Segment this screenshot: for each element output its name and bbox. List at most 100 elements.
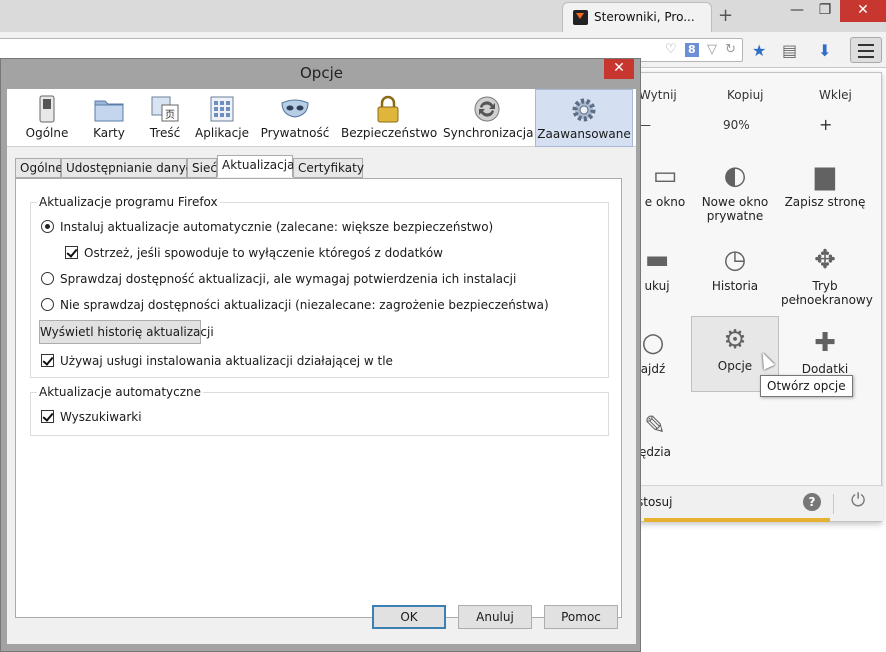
ok-button[interactable]: OK xyxy=(372,605,446,629)
check-confirm-radio[interactable] xyxy=(41,272,54,285)
google-search-icon[interactable]: 8 xyxy=(684,43,699,57)
private-mask-icon: ◐ xyxy=(723,161,747,191)
auto-install-option[interactable]: Instaluj aktualizacje automatycznie (zal… xyxy=(41,218,493,236)
applications-icon xyxy=(210,96,234,122)
dialog-close-button[interactable]: ✕ xyxy=(604,59,634,79)
zoom-in-button[interactable]: + xyxy=(819,115,832,134)
print-icon: ▬ xyxy=(644,245,670,275)
panel-history[interactable]: ◷ Historia xyxy=(691,237,779,313)
puzzle-icon: ✚ xyxy=(814,328,836,358)
restore-button[interactable]: ❐ xyxy=(810,0,840,22)
pane-label: Karty xyxy=(93,126,125,140)
pane-label: Bezpieczeństwo xyxy=(341,126,438,140)
pane-general[interactable]: Ogólne xyxy=(17,89,77,147)
cancel-button[interactable]: Anuluj xyxy=(458,605,532,629)
panel-save-page[interactable]: ▆ Zapisz stronę xyxy=(781,153,869,229)
tab-data-sharing[interactable]: Udostępnianie danych xyxy=(61,158,200,178)
pane-label: Prywatność xyxy=(260,126,330,140)
panel-item-label: Zapisz stronę xyxy=(784,195,866,209)
zoom-level[interactable]: 90% xyxy=(723,118,750,132)
pane-label: Treść xyxy=(149,126,181,140)
copy-button[interactable]: Kopiuj xyxy=(727,88,764,102)
panel-item-label: Historia xyxy=(711,279,759,293)
search-engines-option[interactable]: Wyszukiwarki xyxy=(41,408,142,426)
browser-titlebar: Sterowniki, Pro... + — ❐ ✕ xyxy=(0,0,886,32)
urlbar-icons: ♡ 8 ▽ ↻ xyxy=(661,42,736,57)
tab-general[interactable]: Ogólne xyxy=(15,158,63,178)
panel-fullscreen[interactable]: ✥ Tryb pełnoekranowy xyxy=(781,237,873,313)
find-icon: ○ xyxy=(641,328,665,358)
never-check-option[interactable]: Nie sprawdzaj dostępności aktualizacji (… xyxy=(41,296,549,314)
firefox-menu-panel: Wytnij Kopiuj Wklej — 90% + ▭ e okno ◐ N… xyxy=(636,72,883,522)
pane-privacy[interactable]: Prywatność xyxy=(259,89,331,147)
content-icon: 页 xyxy=(151,96,179,122)
page-accent-strip xyxy=(644,518,830,522)
panel-item-label: ajdź xyxy=(640,362,666,376)
pane-sync[interactable]: Synchronizacja xyxy=(443,89,534,147)
paste-button[interactable]: Wklej xyxy=(819,88,852,102)
security-padlock-icon xyxy=(377,95,399,123)
panel-item-label: Tryb pełnoekranowy xyxy=(781,279,873,307)
check-confirm-option[interactable]: Sprawdzaj dostępność aktualizacji, ale w… xyxy=(41,270,516,288)
pane-tabs[interactable]: Karty xyxy=(83,89,135,147)
check-confirm-label: Sprawdzaj dostępność aktualizacji, ale w… xyxy=(60,272,517,286)
warn-addons-checkbox[interactable] xyxy=(65,246,78,259)
auto-install-label: Instaluj aktualizacje automatycznie (zal… xyxy=(60,220,494,234)
window-close-button[interactable]: ✕ xyxy=(840,0,886,22)
new-tab-button[interactable]: + xyxy=(718,5,733,26)
panel-item-label: Opcje xyxy=(717,359,753,373)
tab-certificates[interactable]: Certyfikaty xyxy=(293,158,364,178)
firefox-updates-group: Aktualizacje programu Firefox Instaluj a… xyxy=(30,195,609,378)
warn-addons-label: Ostrzeż, jeśli spowoduje to wyłączenie k… xyxy=(84,246,443,260)
privacy-mask-icon xyxy=(281,99,309,118)
customize-button[interactable]: stosuj xyxy=(637,495,673,509)
pane-label: Ogólne xyxy=(25,126,69,140)
bookmark-star-icon[interactable]: ★ xyxy=(752,41,766,60)
never-check-radio[interactable] xyxy=(41,298,54,311)
automatic-updates-group: Aktualizacje automatyczne Wyszukiwarki xyxy=(30,385,609,436)
help-button[interactable]: Pomoc xyxy=(544,605,618,629)
new-window-icon: ▭ xyxy=(652,161,678,191)
pane-applications[interactable]: Aplikacje xyxy=(195,89,249,147)
tab-network[interactable]: Sieć xyxy=(187,158,217,178)
pane-advanced[interactable]: Zaawansowane xyxy=(535,89,633,147)
tab-update[interactable]: Aktualizacja xyxy=(217,155,294,177)
site-favicon-icon xyxy=(573,10,588,25)
search-engines-checkbox[interactable] xyxy=(41,410,54,423)
show-update-history-button[interactable]: Wyświetl historię aktualizacji xyxy=(39,320,214,344)
minimize-button[interactable]: — xyxy=(782,0,812,22)
panel-item-label: Nowe okno prywatne xyxy=(701,195,769,223)
downloads-icon[interactable]: ⬇ xyxy=(818,41,831,60)
background-service-checkbox[interactable] xyxy=(41,354,54,367)
hamburger-menu-button[interactable] xyxy=(850,37,882,63)
help-icon[interactable]: ? xyxy=(803,493,821,511)
update-settings-panel: Aktualizacje programu Firefox Instaluj a… xyxy=(15,178,622,618)
never-check-label: Nie sprawdzaj dostępności aktualizacji (… xyxy=(60,298,549,312)
svg-text:页: 页 xyxy=(165,109,175,121)
save-page-icon: ▆ xyxy=(815,161,835,191)
auto-install-radio[interactable] xyxy=(41,220,54,233)
footer-separator xyxy=(833,494,834,514)
background-service-option[interactable]: Używaj usługi instalowania aktualizacji … xyxy=(41,352,393,370)
dropdown-arrow-icon[interactable]: ▽ xyxy=(707,42,717,57)
pane-label: Synchronizacja xyxy=(443,126,534,140)
pocket-icon[interactable]: ♡ xyxy=(665,42,677,57)
zoom-controls: — 90% + xyxy=(637,115,883,139)
pane-security[interactable]: Bezpieczeństwo xyxy=(341,89,438,147)
panel-item-label: e okno xyxy=(644,195,686,209)
panel-private-window[interactable]: ◐ Nowe okno prywatne xyxy=(691,153,779,229)
browser-tab[interactable]: Sterowniki, Pro... xyxy=(562,2,712,32)
general-switch-icon xyxy=(39,95,55,123)
bookmarks-list-icon[interactable]: ▤ xyxy=(782,41,797,60)
panel-item-label: ukuj xyxy=(644,279,670,293)
reload-icon[interactable]: ↻ xyxy=(725,42,736,57)
panel-item-label: Dodatki xyxy=(801,362,849,376)
cut-button[interactable]: Wytnij xyxy=(639,88,677,102)
pane-content[interactable]: 页 Treść xyxy=(141,89,189,147)
power-icon[interactable]: ⏻ xyxy=(851,490,865,511)
history-clock-icon: ◷ xyxy=(723,245,747,275)
options-tooltip: Otwórz opcje xyxy=(760,375,853,397)
options-dialog: Opcje ✕ Ogólne Karty 页 Treść Aplikacje P… xyxy=(0,58,641,652)
pane-label: Aplikacje xyxy=(195,126,249,140)
warn-addons-option[interactable]: Ostrzeż, jeśli spowoduje to wyłączenie k… xyxy=(65,244,443,262)
